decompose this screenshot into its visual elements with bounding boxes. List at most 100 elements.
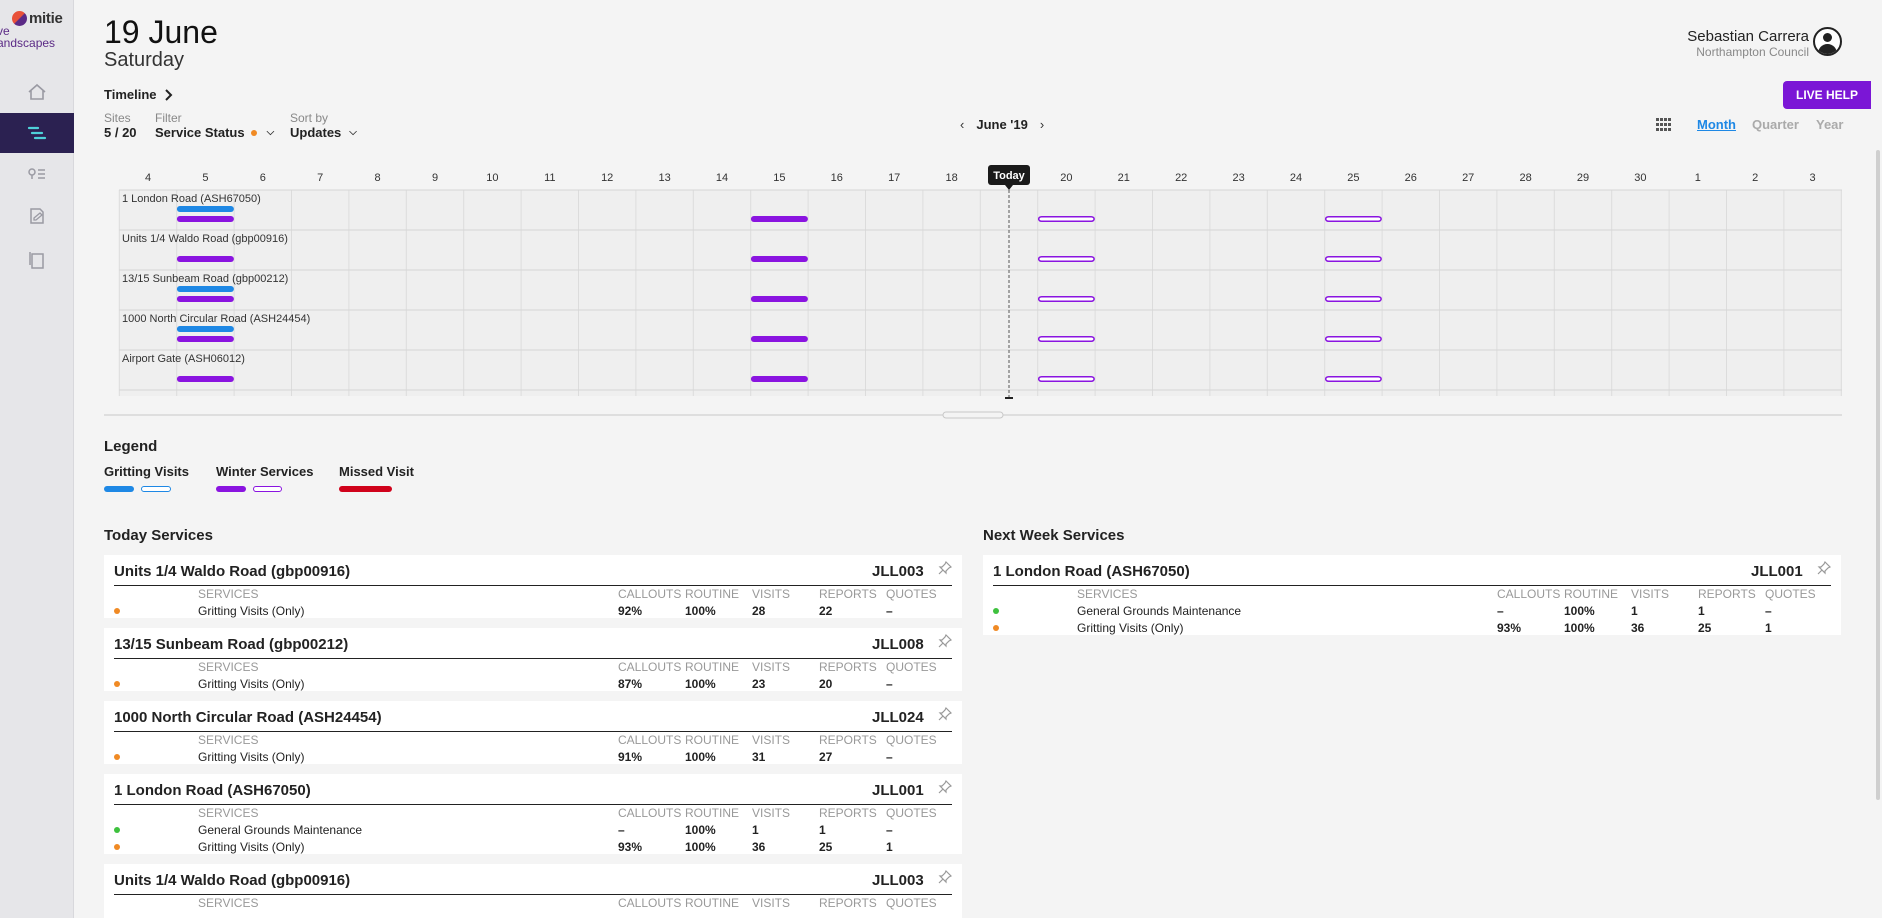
service-quotes-cell: 1: [1765, 621, 1772, 635]
day-label: 17: [888, 172, 900, 184]
pin-icon[interactable]: [1817, 561, 1831, 575]
service-reports-cell: 1: [819, 823, 826, 837]
service-routine-cell: 100%: [685, 823, 716, 837]
service-card-site: 1 London Road (ASH67050): [993, 563, 1190, 580]
column-header-reports: REPORTS: [819, 806, 877, 820]
site-row-label: 1 London Road (ASH67050): [122, 193, 261, 205]
service-quotes-cell: –: [886, 604, 893, 618]
service-quotes-cell: –: [886, 677, 893, 691]
column-header-callouts: CALLOUTS: [618, 733, 682, 747]
service-card-divider: [114, 731, 952, 732]
legend-winter-done-swatch: [216, 486, 246, 492]
column-header-visits: VISITS: [752, 733, 791, 747]
service-visits-cell: 28: [752, 604, 766, 618]
pin-icon[interactable]: [938, 634, 952, 648]
winter-service-planned-bar: [1324, 256, 1382, 262]
day-label: 28: [1519, 172, 1531, 184]
legend-missed-label: Missed Visit: [339, 464, 414, 479]
service-reports-cell: 25: [819, 840, 833, 854]
legend-gritting-done-swatch: [104, 486, 134, 492]
gritting-visit-bar: [176, 326, 234, 332]
column-header-quotes: QUOTES: [886, 660, 937, 674]
column-header-callouts: CALLOUTS: [618, 587, 682, 601]
pin-icon[interactable]: [938, 561, 952, 575]
day-label: 30: [1634, 172, 1646, 184]
pin-icon[interactable]: [938, 707, 952, 721]
winter-service-bar: [750, 216, 808, 222]
winter-service-planned-bar: [1324, 336, 1382, 342]
service-card-site: Units 1/4 Waldo Road (gbp00916): [114, 872, 351, 889]
service-reports-cell: 1: [1698, 604, 1705, 618]
service-card-code: JLL003: [872, 563, 924, 580]
service-card[interactable]: Units 1/4 Waldo Road (gbp00916) JLL003 SER…: [104, 864, 962, 918]
winter-service-planned-bar: [1037, 256, 1095, 262]
service-reports-cell: 20: [819, 677, 833, 691]
service-card[interactable]: 13/15 Sunbeam Road (gbp00212) JLL008 SERVI…: [104, 628, 962, 691]
winter-service-bar: [750, 296, 808, 302]
service-quotes-cell: –: [886, 823, 893, 837]
service-service-cell: General Grounds Maintenance: [198, 823, 363, 837]
day-label: 1: [1695, 172, 1701, 184]
gritting-visit-bar: [176, 206, 234, 212]
column-header-services: SERVICES: [198, 806, 259, 820]
service-service-cell: Gritting Visits (Only): [1077, 621, 1184, 635]
service-card-code: JLL003: [872, 872, 924, 889]
day-label: 23: [1232, 172, 1244, 184]
service-card[interactable]: Units 1/4 Waldo Road (gbp00916) JLL003 SER…: [104, 555, 962, 618]
service-card-code: JLL024: [872, 709, 924, 726]
winter-service-bar: [176, 376, 234, 382]
pin-icon[interactable]: [938, 780, 952, 794]
column-header-visits: VISITS: [752, 587, 791, 601]
next-week-services-title: Next Week Services: [983, 527, 1125, 544]
day-label: 27: [1462, 172, 1474, 184]
day-label: 21: [1118, 172, 1130, 184]
column-header-quotes: QUOTES: [886, 896, 937, 910]
day-label: 25: [1347, 172, 1359, 184]
column-header-visits: VISITS: [752, 896, 791, 910]
page-scrollbar[interactable]: [1876, 150, 1880, 800]
service-callouts-cell: 92%: [618, 604, 643, 618]
pin-icon[interactable]: [938, 870, 952, 884]
day-label: 12: [601, 172, 613, 184]
service-card[interactable]: 1 London Road (ASH67050) JLL001 SERVICES CA…: [104, 774, 962, 854]
winter-service-bar: [176, 296, 234, 302]
winter-service-bar: [750, 376, 808, 382]
timeline-chart: 4 5 6 7 8 9 10 11 12 13 14 15 16 17 18 20 21 22 23 24 25 26 27…: [104, 165, 1842, 419]
site-row-label: Airport Gate (ASH06012): [122, 353, 245, 365]
service-status-dot-icon: [114, 608, 120, 614]
service-card-site: 1 London Road (ASH67050): [114, 782, 311, 799]
column-header-routine: ROUTINE: [1564, 587, 1618, 601]
winter-service-bar: [750, 256, 808, 262]
service-service-cell: Gritting Visits (Only): [198, 604, 305, 618]
today-label: Today: [993, 170, 1025, 182]
service-callouts-cell: 91%: [618, 750, 643, 764]
column-header-reports: REPORTS: [819, 587, 877, 601]
column-header-reports: REPORTS: [819, 896, 877, 910]
winter-service-planned-bar: [1324, 216, 1382, 222]
day-label: 20: [1060, 172, 1072, 184]
column-header-quotes: QUOTES: [886, 587, 937, 601]
column-header-reports: REPORTS: [819, 660, 877, 674]
service-visits-cell: 23: [752, 677, 766, 691]
service-card[interactable]: 1000 North Circular Road (ASH24454) JLL02…: [104, 701, 962, 764]
column-header-routine: ROUTINE: [685, 896, 739, 910]
day-label: 3: [1810, 172, 1816, 184]
service-callouts-cell: 93%: [1497, 621, 1522, 635]
column-header-services: SERVICES: [1077, 587, 1138, 601]
winter-service-planned-bar: [1324, 296, 1382, 302]
column-header-services: SERVICES: [198, 733, 259, 747]
service-service-cell: General Grounds Maintenance: [1077, 604, 1242, 618]
column-header-visits: VISITS: [1631, 587, 1670, 601]
timeline-resize-handle: [942, 411, 1004, 419]
winter-service-bar: [750, 336, 808, 342]
day-label: 5: [202, 172, 208, 184]
service-callouts-cell: –: [1497, 604, 1504, 618]
day-label: 26: [1405, 172, 1417, 184]
column-header-visits: VISITS: [752, 806, 791, 820]
service-card[interactable]: 1 London Road (ASH67050) JLL001 SERVICES CA…: [983, 555, 1841, 635]
today-services-title: Today Services: [104, 527, 213, 544]
service-reports-cell: 27: [819, 750, 833, 764]
service-status-dot-icon: [114, 827, 120, 833]
legend-title: Legend: [104, 438, 158, 455]
day-label: 18: [945, 172, 957, 184]
